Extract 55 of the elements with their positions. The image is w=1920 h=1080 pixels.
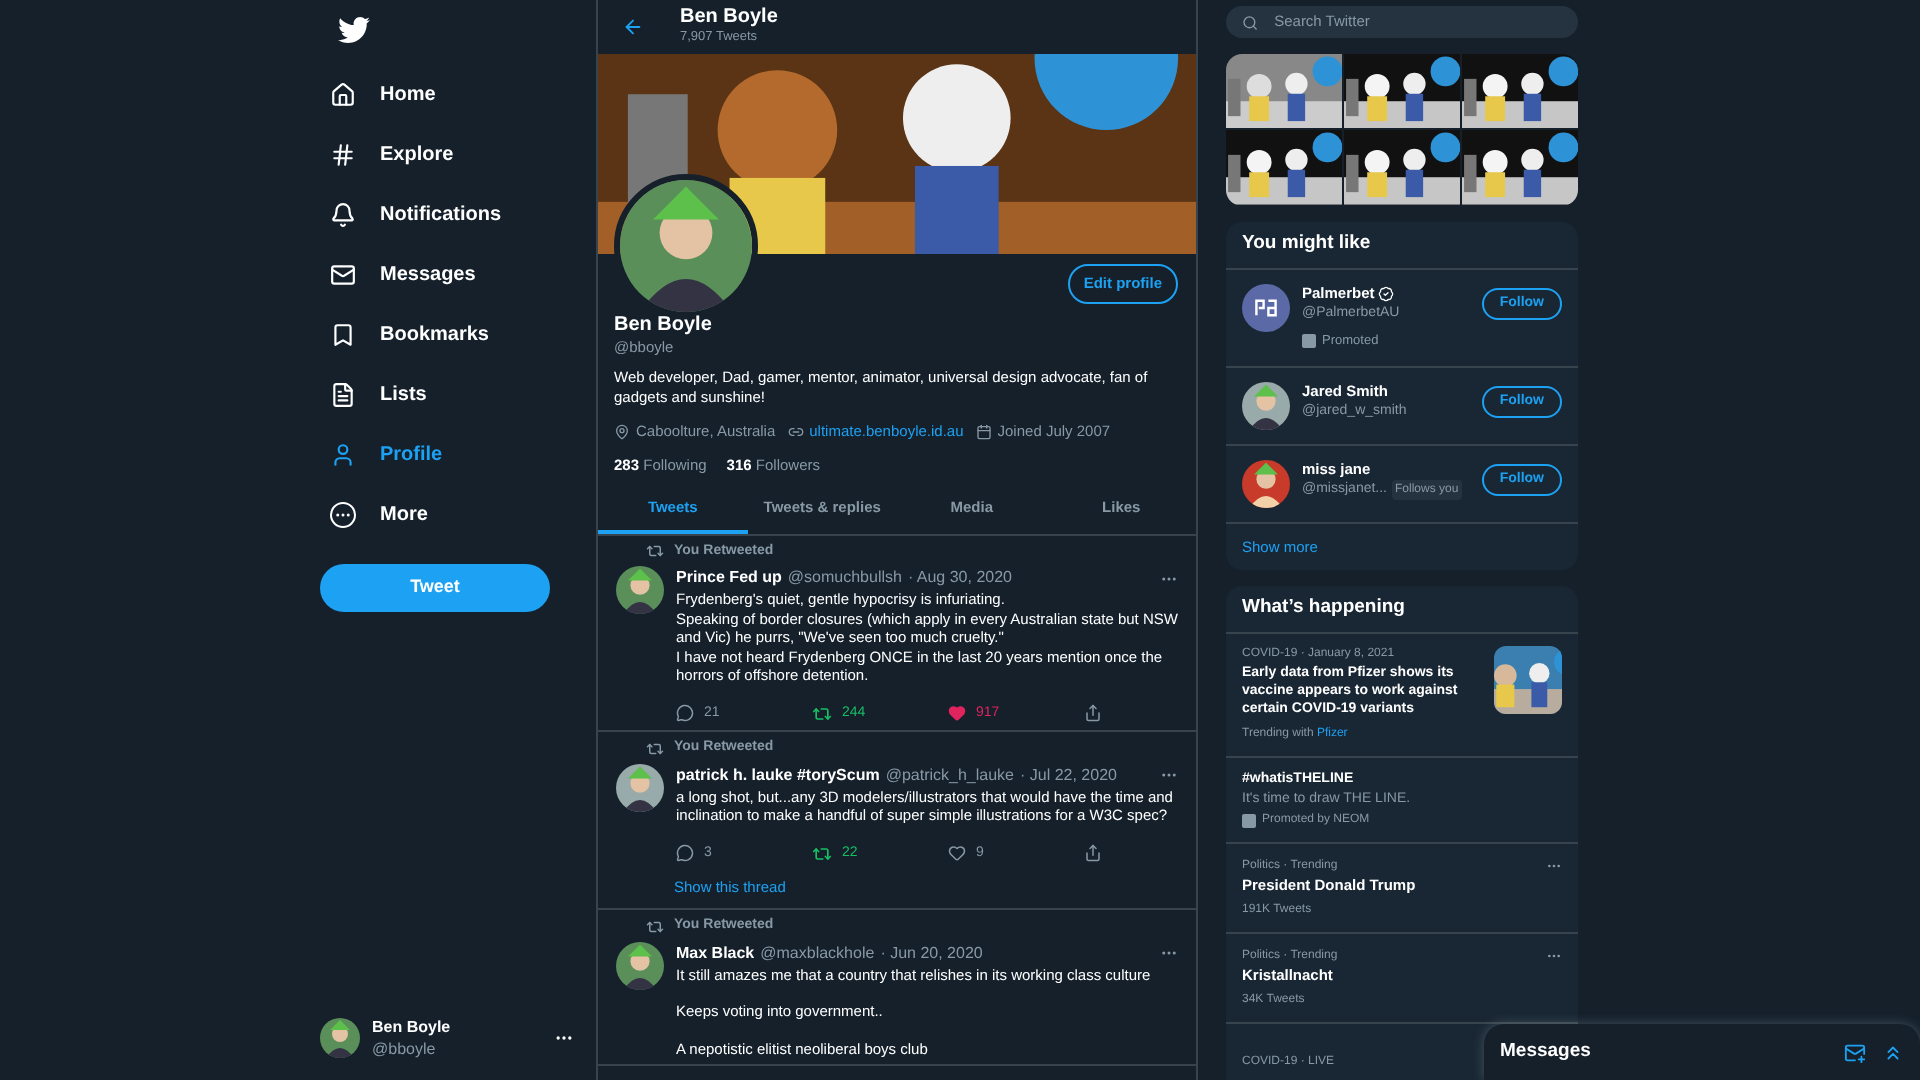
retweet-icon[interactable] — [812, 843, 832, 864]
new-message-icon[interactable] — [1844, 1041, 1866, 1063]
retweet-icon[interactable] — [812, 703, 832, 724]
back-icon[interactable] — [622, 16, 644, 38]
retweet-icon — [646, 918, 664, 936]
bookmark-icon — [330, 321, 356, 347]
nav-item[interactable]: Explore — [330, 139, 454, 169]
expand-icon[interactable] — [1882, 1041, 1904, 1063]
promoted-icon — [1302, 334, 1316, 349]
drawer-title: Messages — [1500, 1037, 1591, 1066]
reply-icon[interactable] — [676, 704, 694, 723]
brand-logo-icon — [1242, 283, 1290, 332]
tweet-date: · Aug 30, 2020 — [907, 566, 1012, 590]
nav-item[interactable]: Bookmarks — [330, 319, 489, 349]
list-icon — [330, 381, 356, 407]
more-icon — [330, 501, 356, 527]
author-name: Max Black — [676, 941, 755, 966]
author-handle: @maxblackhole — [760, 941, 875, 966]
header-name: Ben Boyle — [680, 7, 778, 27]
share-icon[interactable] — [1084, 844, 1102, 863]
calendar-icon — [975, 423, 992, 440]
link-icon — [787, 423, 804, 440]
author-handle: @somuchbullsh — [787, 566, 902, 590]
account-handle: @bboyle — [372, 1038, 438, 1060]
home-icon — [330, 81, 356, 107]
tweet-date: · Jul 22, 2020 — [1019, 763, 1117, 787]
nav-item[interactable]: Profile — [330, 439, 443, 469]
like-icon[interactable] — [948, 704, 966, 723]
nav-item[interactable]: More — [330, 499, 428, 529]
like-icon[interactable] — [948, 844, 966, 863]
nav-item[interactable]: Notifications — [330, 199, 502, 229]
section-title: You might like — [1226, 221, 1578, 270]
retweet-icon — [646, 739, 664, 758]
tweet-date: · Jun 20, 2020 — [880, 941, 983, 966]
author-name: Prince Fed up — [676, 566, 782, 590]
mail-icon — [330, 261, 356, 287]
profile-name: Ben Boyle — [614, 314, 714, 338]
promoted-icon — [1242, 813, 1256, 827]
share-icon[interactable] — [1084, 704, 1102, 723]
bell-icon — [330, 201, 356, 227]
account-name: Ben Boyle — [372, 1016, 451, 1038]
location-icon — [614, 423, 630, 440]
messages-drawer[interactable]: Messages — [1484, 1024, 1920, 1080]
retweet-icon — [646, 542, 664, 561]
search-icon — [1242, 13, 1259, 32]
author-name: patrick h. lauke #toryScum — [676, 763, 880, 787]
hash-icon — [330, 141, 356, 167]
nav-item[interactable]: Home — [330, 79, 436, 109]
user-icon — [330, 441, 356, 467]
section-title: What’s happening — [1226, 586, 1578, 634]
nav-item[interactable]: Messages — [330, 259, 476, 289]
reply-icon[interactable] — [676, 844, 694, 863]
bird-logo-icon[interactable] — [338, 14, 370, 46]
nav-item[interactable]: Lists — [330, 379, 427, 409]
author-handle: @patrick_h_lauke — [885, 763, 1014, 787]
